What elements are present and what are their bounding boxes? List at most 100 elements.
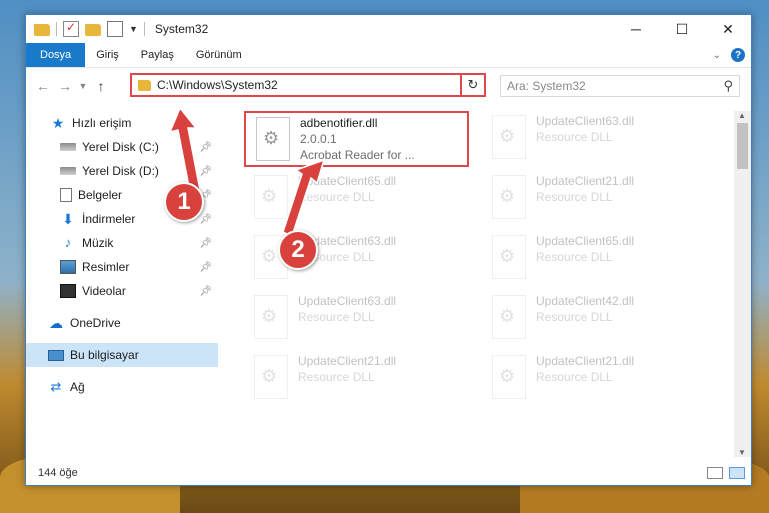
pin-icon[interactable]: 📌︎ — [199, 142, 212, 153]
properties-icon[interactable] — [107, 21, 123, 37]
tab-view[interactable]: Görünüm — [185, 43, 253, 67]
file-name: UpdateClient63.dll — [298, 294, 397, 308]
search-icon: ⚲ — [723, 78, 733, 93]
properties-check-icon[interactable] — [63, 20, 79, 37]
window-title: System32 — [154, 22, 209, 36]
file-name: UpdateClient21.dll — [536, 174, 635, 188]
file-name: UpdateClient42.dll — [536, 294, 635, 308]
file-tile-adbenotifier[interactable]: adbenotifier.dll 2.0.0.1 Acrobat Reader … — [244, 111, 469, 167]
search-input[interactable]: Ara: System32 ⚲ — [500, 75, 740, 97]
sidebar-item-disk-d[interactable]: Yerel Disk (D:) 📌︎ — [26, 159, 218, 183]
search-placeholder: Ara: System32 — [507, 79, 586, 93]
file-description: Resource DLL — [536, 310, 613, 324]
network-icon: ⇄ — [50, 379, 62, 394]
recent-locations-icon[interactable]: ▼ — [76, 81, 90, 91]
ribbon-tabs: Dosya Giriş Paylaş Görünüm ⌄ ? — [26, 43, 751, 67]
pin-icon[interactable]: 📌︎ — [199, 166, 212, 177]
sidebar-item-quick-access[interactable]: ★ Hızlı erişim — [26, 111, 218, 135]
sidebar-item-music[interactable]: ♪ Müzik 📌︎ — [26, 231, 218, 255]
file-tile[interactable]: UpdateClient65.dll Resource DLL — [244, 171, 469, 227]
pin-icon[interactable]: 📌︎ — [199, 286, 212, 297]
file-name: UpdateClient21.dll — [298, 354, 397, 368]
tiles-view-icon[interactable] — [729, 467, 745, 479]
file-tile[interactable]: UpdateClient21.dll Resource DLL — [482, 171, 707, 227]
tab-share[interactable]: Paylaş — [130, 43, 185, 67]
file-tile[interactable]: UpdateClient42.dll Resource DLL — [482, 291, 707, 347]
documents-icon — [60, 188, 72, 202]
back-arrow-icon[interactable]: ← — [32, 78, 54, 94]
dll-file-icon — [254, 355, 288, 399]
file-name: UpdateClient65.dll — [536, 234, 635, 248]
help-icon[interactable]: ? — [731, 48, 745, 62]
sidebar-item-pictures[interactable]: Resimler 📌︎ — [26, 255, 218, 279]
pictures-icon — [60, 260, 76, 274]
file-tile[interactable]: UpdateClient21.dll Resource DLL — [244, 351, 469, 407]
address-path[interactable]: C:\Windows\System32 — [157, 78, 278, 92]
videos-icon — [60, 284, 76, 298]
sidebar-item-label: Müzik — [82, 236, 114, 250]
step-badge-1: 1 — [164, 182, 204, 222]
tab-home[interactable]: Giriş — [85, 43, 130, 67]
maximize-button[interactable]: ☐ — [659, 15, 705, 43]
computer-icon — [48, 349, 64, 361]
folder-icon — [138, 79, 151, 91]
file-description: Resource DLL — [536, 250, 613, 264]
separator — [143, 22, 145, 36]
sidebar-item-onedrive[interactable]: ☁ OneDrive — [26, 311, 218, 335]
file-tile[interactable]: UpdateClient21.dll Resource DLL — [482, 351, 707, 407]
address-bar[interactable]: C:\Windows\System32 ⌄ — [130, 73, 485, 97]
pin-icon[interactable]: 📌︎ — [199, 238, 212, 249]
separator — [56, 22, 57, 36]
step-badge-2: 2 — [278, 230, 318, 270]
pin-icon[interactable]: 📌︎ — [199, 214, 212, 225]
cloud-icon: ☁ — [49, 315, 63, 331]
file-tile[interactable]: UpdateClient63.dllResource DLL — [482, 111, 707, 167]
pin-icon[interactable]: 📌︎ — [199, 262, 212, 273]
file-name: adbenotifier.dll — [300, 116, 378, 130]
minimize-button[interactable]: ─ — [613, 15, 659, 43]
expand-ribbon-icon[interactable]: ⌄ — [713, 50, 721, 61]
file-description: Acrobat Reader for ... — [300, 148, 415, 162]
file-description: Resource DLL — [536, 370, 613, 384]
sidebar-item-label: Bu bilgisayar — [70, 348, 139, 362]
file-description: Resource DLL — [298, 190, 375, 204]
new-folder-icon[interactable] — [85, 24, 101, 36]
file-name: UpdateClient65.dll — [298, 174, 397, 188]
quick-access-toolbar: ▼ — [26, 20, 145, 37]
tab-file[interactable]: Dosya — [26, 43, 86, 67]
disk-icon — [60, 167, 76, 175]
sidebar-item-label: Yerel Disk (D:) — [82, 164, 159, 178]
status-bar: 144 öğe — [26, 461, 751, 485]
sidebar-item-label: Yerel Disk (C:) — [82, 140, 159, 154]
vertical-scrollbar[interactable]: ▲ ▼ — [734, 111, 751, 457]
file-description: Resource DLL — [298, 310, 375, 324]
scroll-thumb[interactable] — [737, 123, 748, 169]
item-count: 144 öğe — [38, 467, 78, 479]
customize-toolbar-icon[interactable]: ▼ — [129, 24, 138, 34]
scroll-down-icon[interactable]: ▼ — [738, 448, 746, 457]
dll-file-icon — [254, 295, 288, 339]
explorer-window: ▼ System32 ─ ☐ ✕ Dosya Giriş Paylaş Görü… — [25, 14, 752, 486]
sidebar-item-this-pc[interactable]: Bu bilgisayar — [26, 343, 218, 367]
dll-file-icon — [254, 175, 288, 219]
file-tile[interactable]: UpdateClient65.dll Resource DLL — [482, 231, 707, 287]
refresh-button[interactable]: ↻ — [460, 73, 486, 97]
sidebar-item-network[interactable]: ⇄ Ağ — [26, 375, 218, 399]
file-name: UpdateClient21.dll — [536, 354, 635, 368]
dll-file-icon — [492, 295, 526, 339]
close-button[interactable]: ✕ — [705, 15, 751, 43]
navigation-pane: ★ Hızlı erişim Yerel Disk (C:) 📌︎ Yerel … — [26, 111, 218, 457]
music-icon: ♪ — [64, 235, 72, 250]
up-arrow-icon[interactable]: ↑ — [90, 78, 112, 94]
forward-arrow-icon[interactable]: → — [54, 78, 76, 94]
dll-file-icon — [256, 117, 290, 161]
file-name: UpdateClient63.dll — [536, 114, 635, 128]
file-tile[interactable]: UpdateClient63.dll Resource DLL — [244, 291, 469, 347]
file-list: adbenotifier.dll 2.0.0.1 Acrobat Reader … — [236, 111, 736, 457]
details-view-icon[interactable] — [707, 467, 723, 479]
file-tile[interactable]: UpdateClient63.dllResource DLL — [244, 231, 469, 287]
scroll-up-icon[interactable]: ▲ — [738, 111, 746, 120]
file-description: Resource DLL — [298, 370, 375, 384]
sidebar-item-videos[interactable]: Videolar 📌︎ — [26, 279, 218, 303]
sidebar-item-disk-c[interactable]: Yerel Disk (C:) 📌︎ — [26, 135, 218, 159]
